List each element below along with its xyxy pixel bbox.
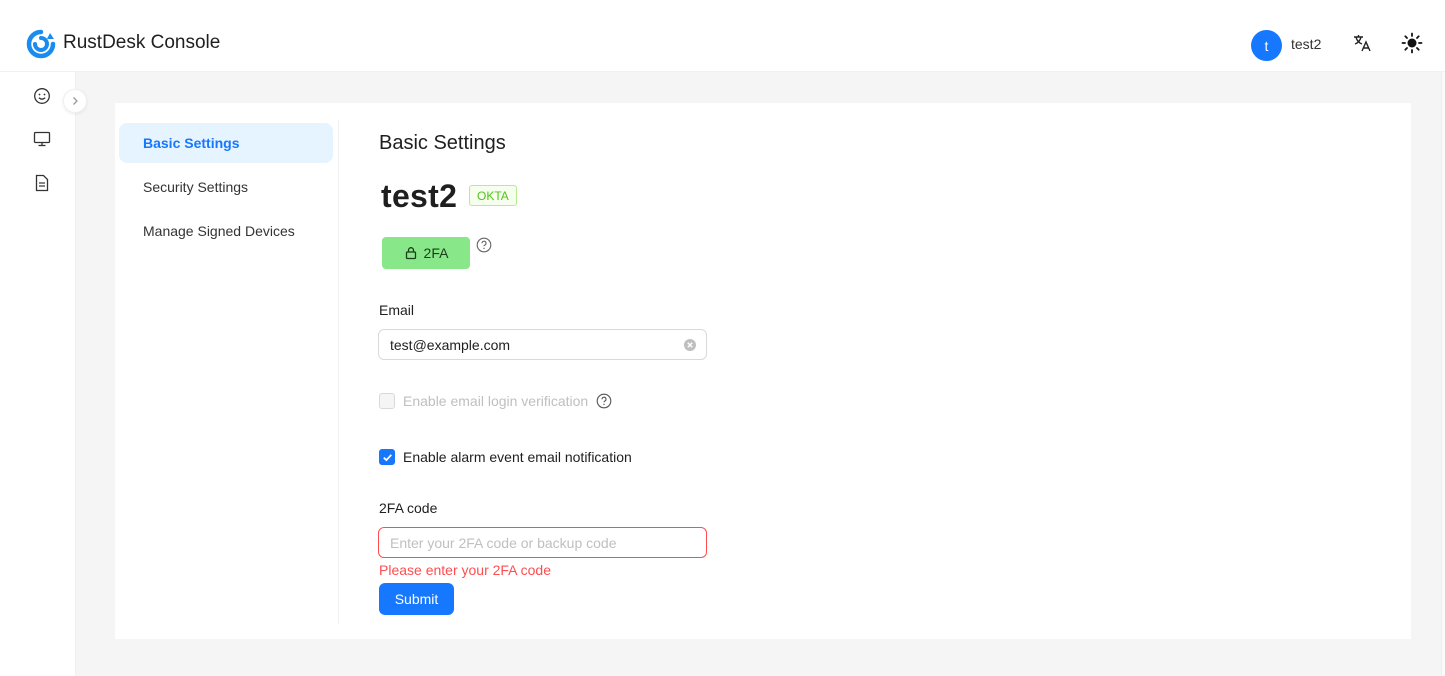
email-login-verification-label: Enable email login verification	[403, 393, 589, 409]
provider-tag: OKTA	[469, 185, 517, 206]
twofa-button[interactable]: 2FA	[382, 237, 470, 269]
question-icon[interactable]	[596, 393, 612, 409]
document-icon[interactable]	[32, 173, 52, 193]
lock-icon	[405, 247, 416, 260]
settings-card: Basic Settings Security Settings Manage …	[115, 103, 1411, 639]
app-title: RustDesk Console	[63, 32, 221, 53]
scrollbar-track[interactable]	[1441, 72, 1445, 676]
monitor-icon[interactable]	[32, 129, 52, 149]
email-label: Email	[379, 302, 415, 318]
chevron-right-icon[interactable]	[63, 89, 87, 113]
sun-icon[interactable]	[1401, 32, 1423, 54]
twofa-button-label: 2FA	[423, 245, 449, 261]
menu-item-manage-signed-devices[interactable]: Manage Signed Devices	[119, 211, 333, 251]
email-field[interactable]	[378, 329, 707, 360]
email-login-verification-row: Enable email login verification	[379, 393, 612, 409]
alarm-notification-row: Enable alarm event email notification	[379, 449, 632, 465]
menu-item-basic-settings[interactable]: Basic Settings	[119, 123, 333, 163]
question-icon[interactable]	[476, 237, 492, 253]
alarm-notification-checkbox[interactable]	[379, 449, 395, 465]
clear-icon[interactable]	[683, 338, 697, 352]
twofa-code-input[interactable]	[378, 527, 707, 558]
twofa-code-label: 2FA code	[379, 500, 438, 516]
top-header: RustDesk Console t test2	[0, 0, 1445, 72]
submit-button[interactable]: Submit	[379, 583, 454, 615]
header-username[interactable]: test2	[1291, 36, 1321, 52]
section-title: Basic Settings	[379, 132, 506, 154]
profile-username: test2	[381, 178, 458, 214]
alarm-notification-label: Enable alarm event email notification	[403, 449, 632, 465]
rustdesk-logo-icon	[26, 29, 56, 59]
menu-divider	[338, 120, 339, 624]
translate-icon[interactable]	[1351, 32, 1373, 54]
avatar[interactable]: t	[1251, 30, 1282, 61]
smiley-icon[interactable]	[32, 86, 52, 106]
left-sidebar	[14, 72, 76, 676]
email-login-verification-checkbox[interactable]	[379, 393, 395, 409]
twofa-code-error: Please enter your 2FA code	[379, 562, 551, 578]
menu-item-security-settings[interactable]: Security Settings	[119, 167, 333, 207]
checkmark-icon	[382, 453, 392, 461]
